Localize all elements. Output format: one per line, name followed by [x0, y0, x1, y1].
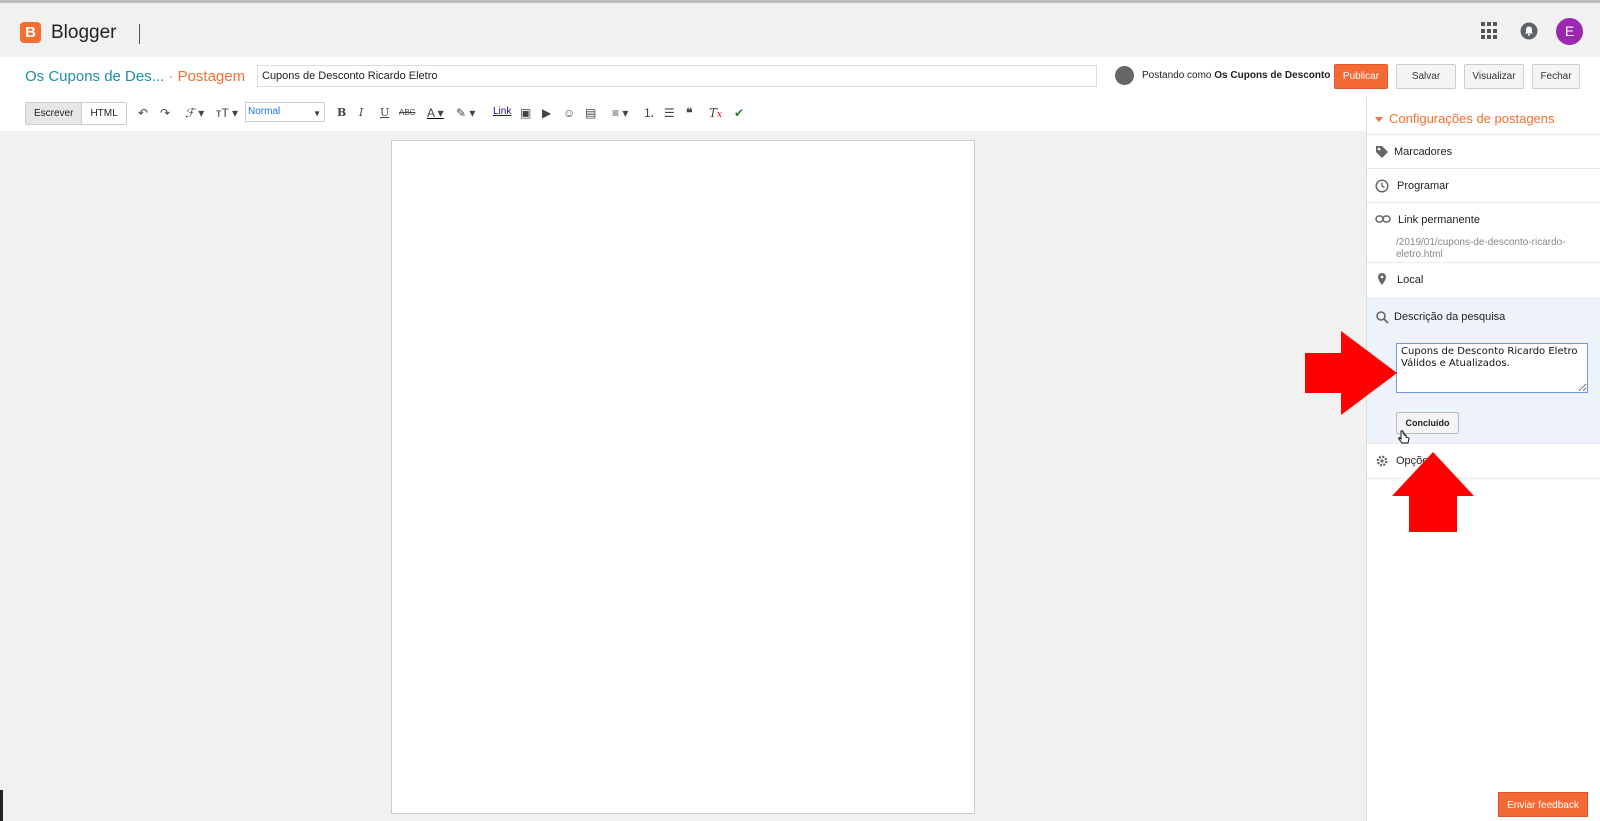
sidebar-item-labels[interactable]: Marcadores [1367, 134, 1600, 169]
account-avatar[interactable]: E [1556, 18, 1583, 45]
notifications-bell-icon[interactable] [1520, 22, 1538, 40]
paragraph-format-value: Normal [248, 106, 281, 117]
gear-icon [1376, 455, 1388, 467]
permalink-value: /2019/01/cupons-de-desconto-ricardo-elet… [1396, 237, 1566, 260]
underline-icon[interactable]: U [380, 106, 389, 120]
paragraph-format-select[interactable]: Normal ▼ [245, 102, 325, 122]
chevron-down-icon: ▼ [313, 109, 321, 118]
breadcrumb-section: Postagem [177, 68, 246, 85]
search-description-panel: Descrição da pesquisa Cupons de Desconto… [1367, 298, 1600, 444]
spellcheck-icon[interactable]: ✔ [734, 106, 744, 120]
insert-jump-break-icon[interactable]: ▤ [585, 106, 596, 120]
editor-mode-toggle: Escrever HTML [25, 102, 127, 125]
post-title-input[interactable] [257, 65, 1097, 87]
search-description-textarea[interactable]: Cupons de Desconto Ricardo Eletro Válido… [1396, 343, 1588, 393]
app-name[interactable]: Blogger [51, 22, 117, 44]
annotation-arrow-right-icon [1305, 331, 1397, 415]
sidebar-item-label: Local [1397, 274, 1424, 286]
breadcrumb: Os Cupons de Des... · Postagem [25, 68, 245, 85]
post-settings-header[interactable]: Configurações de postagens [1375, 111, 1555, 126]
window-edge [0, 790, 3, 821]
location-pin-icon [1378, 273, 1386, 285]
alignment-icon[interactable]: ≡ ▾ [612, 106, 628, 120]
text-color-icon[interactable]: A ▾ [427, 106, 444, 120]
strikethrough-icon[interactable]: ABC [399, 106, 415, 120]
compose-mode-button[interactable]: Escrever [26, 103, 83, 124]
post-settings-title: Configurações de postagens [1389, 111, 1555, 126]
brand-divider [139, 24, 140, 44]
font-size-icon[interactable]: тT ▾ [216, 106, 238, 120]
post-header-bar: Os Cupons de Des... · Postagem Postando … [0, 57, 1600, 98]
blogger-logo-icon[interactable]: B [20, 22, 41, 43]
poster-avatar [1115, 66, 1134, 85]
undo-icon[interactable]: ↶ [138, 106, 148, 120]
close-button[interactable]: Fechar [1532, 64, 1580, 89]
search-icon [1376, 311, 1389, 324]
sidebar-item-label: Programar [1397, 180, 1449, 192]
redo-icon[interactable]: ↷ [160, 106, 170, 120]
font-family-icon[interactable]: ℱ ▾ [185, 106, 204, 120]
publish-button[interactable]: Publicar [1334, 64, 1388, 89]
editor-toolbar: Escrever HTML ↶ ↷ ℱ ▾ тT ▾ Normal ▼ B I … [0, 97, 1366, 132]
html-mode-button[interactable]: HTML [82, 103, 126, 124]
save-button[interactable]: Salvar [1396, 64, 1456, 89]
breadcrumb-separator: · [168, 68, 174, 85]
preview-button[interactable]: Visualizar [1464, 64, 1524, 89]
blog-name-link[interactable]: Os Cupons de Des... [25, 68, 164, 85]
app-bar: B Blogger E [0, 3, 1600, 57]
sidebar-item-location[interactable]: Local [1367, 262, 1600, 299]
clock-icon [1375, 179, 1389, 193]
sidebar-item-label: Marcadores [1394, 146, 1453, 158]
posting-as-name: Os Cupons de Desconto [1214, 70, 1331, 81]
bold-icon[interactable]: B [337, 106, 346, 120]
bulleted-list-icon[interactable]: ☰ [664, 106, 675, 120]
quote-icon[interactable]: ❝ [686, 106, 692, 120]
italic-icon[interactable]: I [359, 106, 363, 120]
posting-as-text: Postando como Os Cupons de Desconto [1142, 70, 1330, 81]
insert-image-icon[interactable]: ▣ [520, 106, 531, 120]
editor-canvas [0, 131, 1366, 821]
remove-formatting-icon[interactable]: Tx [709, 106, 722, 122]
tag-icon [1376, 146, 1388, 158]
sidebar-item-label: Link permanente [1398, 214, 1480, 226]
send-feedback-button[interactable]: Enviar feedback [1498, 792, 1588, 817]
hand-cursor-icon [1398, 430, 1410, 444]
post-body-editor[interactable] [391, 140, 975, 814]
link-icon [1375, 215, 1391, 223]
collapse-triangle-icon [1375, 117, 1383, 123]
insert-link-button[interactable]: Link [493, 106, 511, 117]
insert-video-icon[interactable]: ▶ [542, 106, 551, 120]
numbered-list-icon[interactable]: ⒈ [643, 106, 655, 120]
search-description-label[interactable]: Descrição da pesquisa [1394, 311, 1505, 323]
apps-grid-icon[interactable] [1481, 22, 1499, 40]
posting-as-prefix: Postando como [1142, 70, 1212, 81]
sidebar-item-schedule[interactable]: Programar [1367, 168, 1600, 203]
annotation-arrow-up-icon [1392, 452, 1474, 532]
insert-emoji-icon[interactable]: ☺ [563, 106, 575, 120]
highlight-color-icon[interactable]: ✎ ▾ [456, 106, 475, 120]
